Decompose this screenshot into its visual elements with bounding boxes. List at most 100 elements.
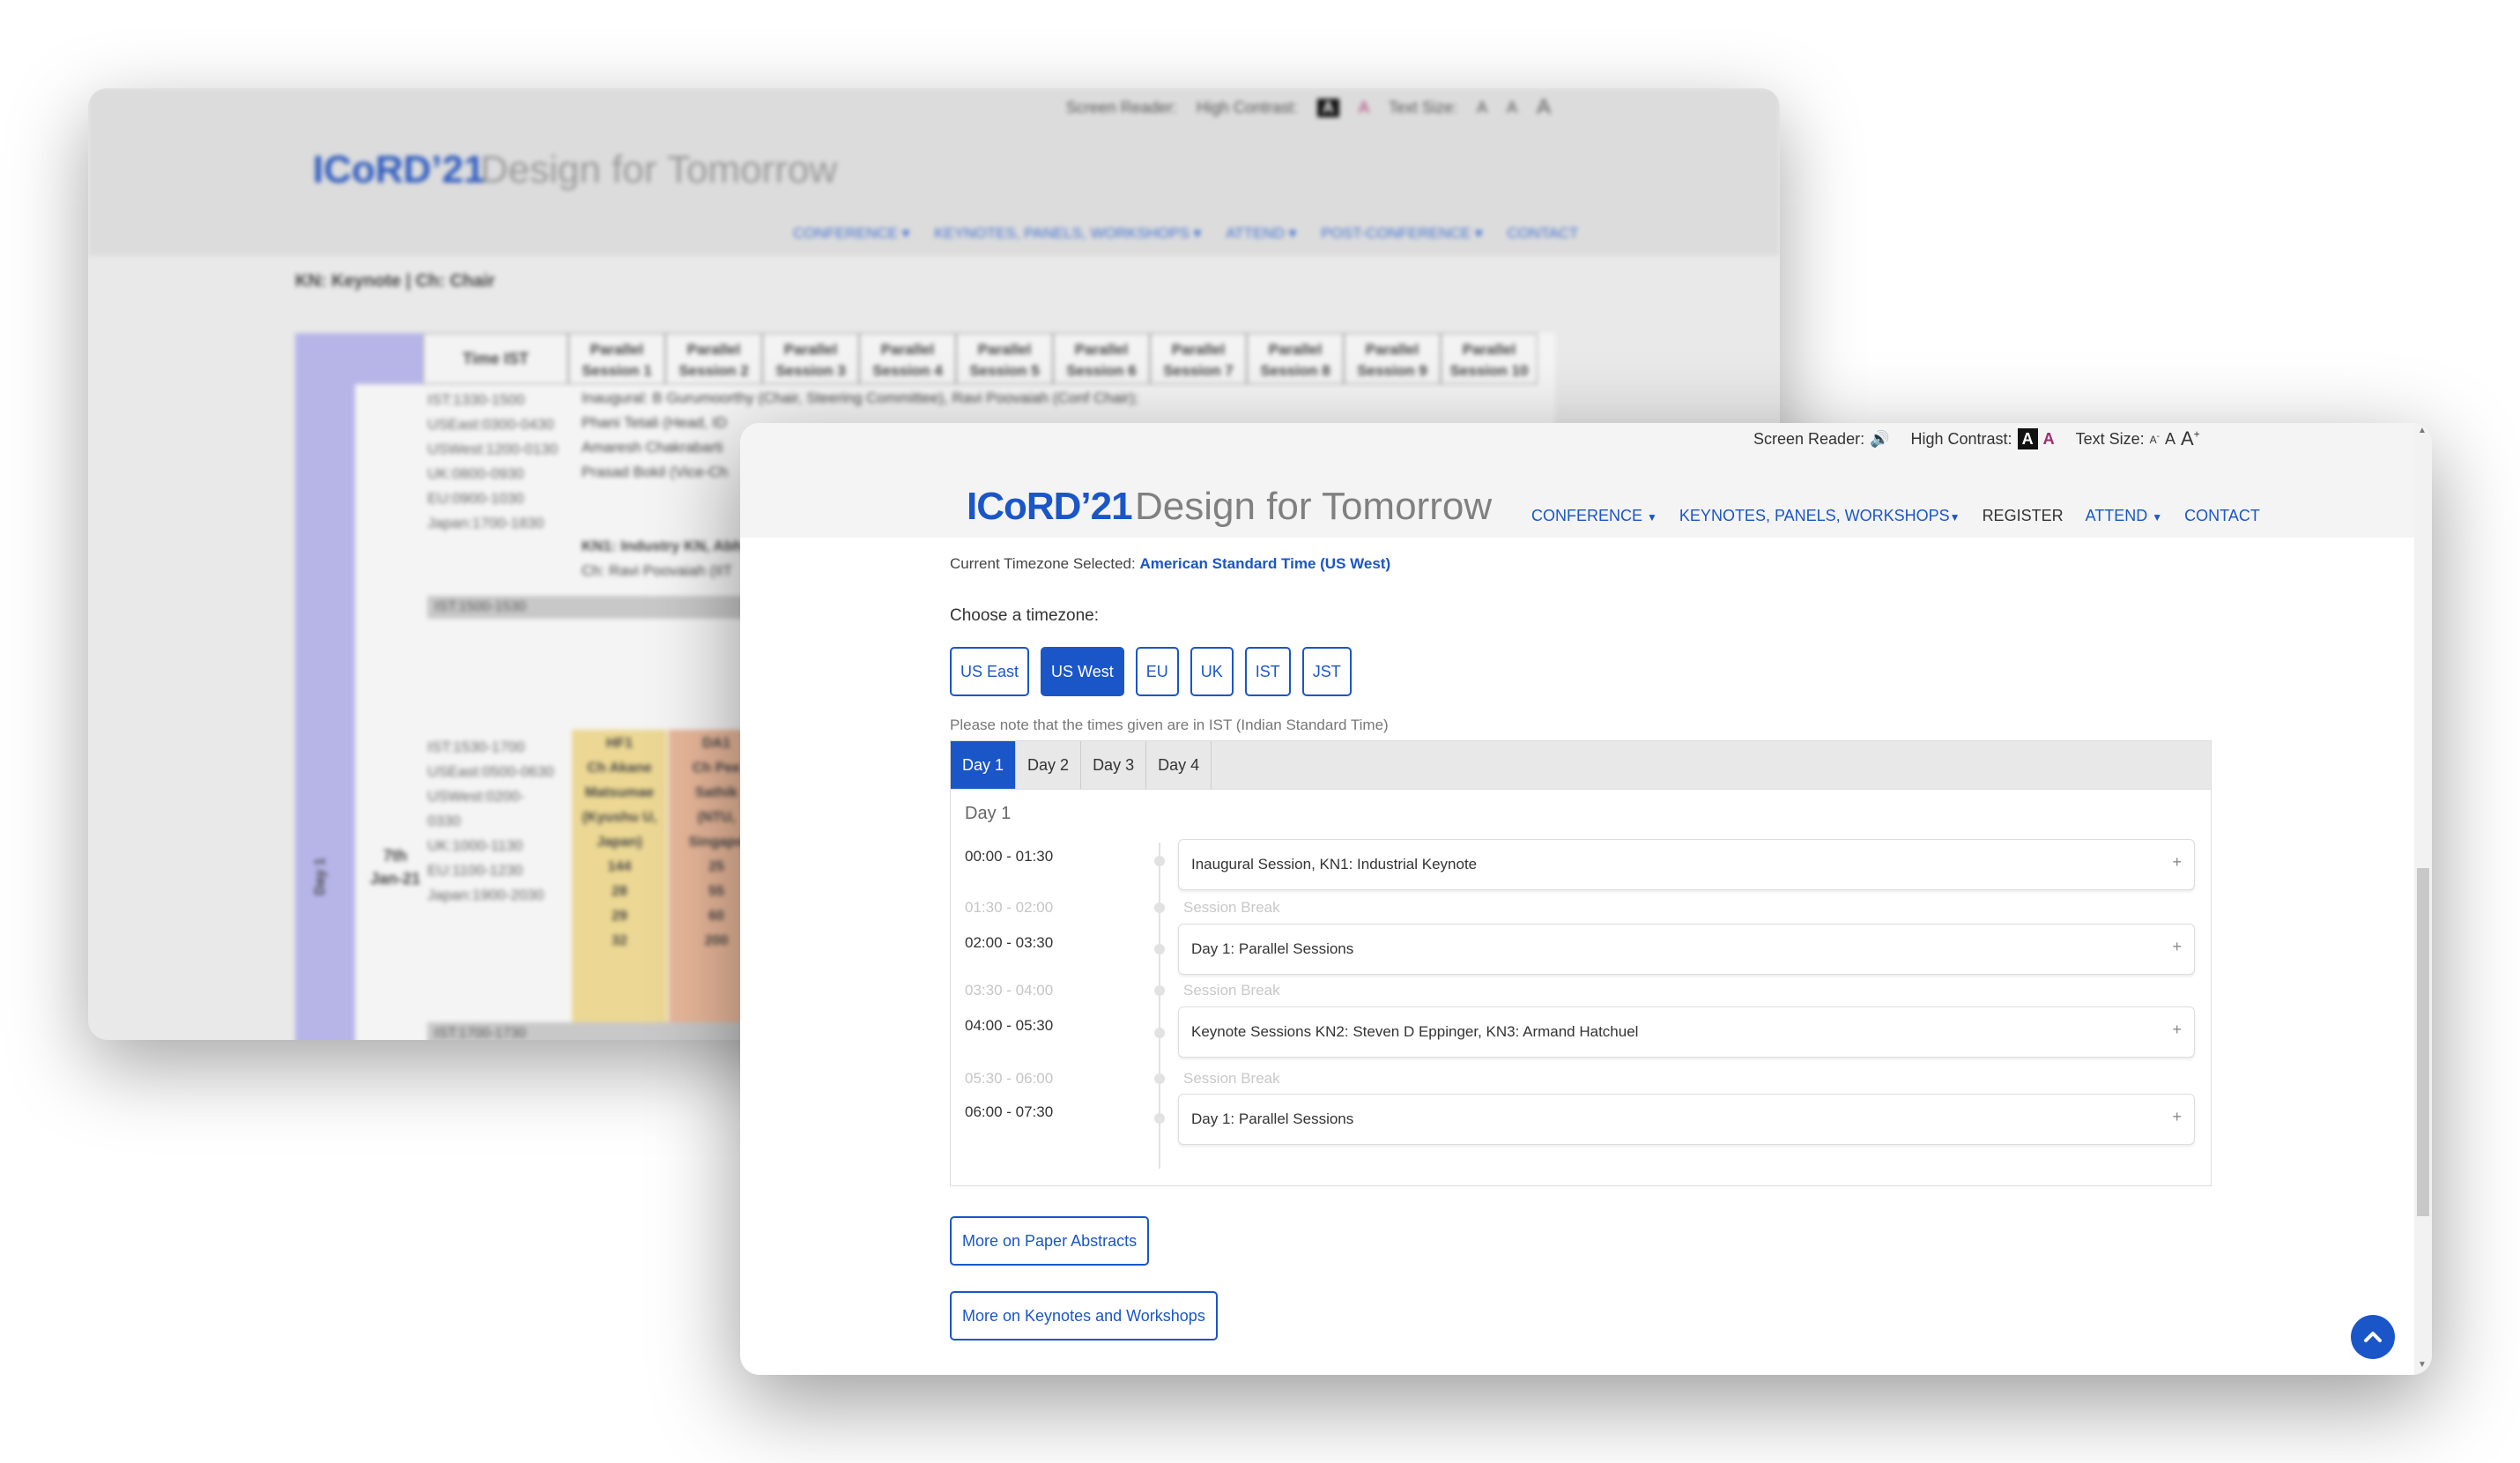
- bg-time-line: USEast:0300-0430: [427, 416, 554, 433]
- bg-parallel-line2: Session 5: [969, 362, 1040, 379]
- bg-session-cell: 32: [611, 933, 627, 948]
- bg-parallel-header: Parallel Session 7: [1150, 333, 1247, 384]
- bg-parallel-line2: Session 8: [1260, 362, 1330, 379]
- timezone-jst-button[interactable]: JST: [1301, 647, 1352, 696]
- bg-parallel-header: Parallel Session 8: [1247, 333, 1344, 384]
- site-logo[interactable]: ICoRD’21: [967, 485, 1133, 529]
- session-card[interactable]: Keynote Sessions KN2: Steven D Eppinger,…: [1178, 1006, 2195, 1058]
- text-size-label: Text Size:: [2075, 429, 2145, 448]
- screen-reader-label: Screen Reader:: [1753, 429, 1865, 448]
- bg-parallel-line1: Parallel: [1365, 341, 1419, 358]
- bg-parallel-line2: Session 4: [872, 362, 943, 379]
- bg-high-contrast-dark: A: [1316, 98, 1339, 117]
- expand-icon[interactable]: +: [2172, 853, 2182, 872]
- scrollbar-thumb[interactable]: [2417, 868, 2429, 1216]
- nav-attend-label: ATTEND: [2085, 507, 2148, 524]
- tab-day-4[interactable]: Day 4: [1146, 741, 1212, 789]
- timeline-dot: [1154, 856, 1165, 866]
- bg-screen-reader-label: Screen Reader:: [1065, 98, 1177, 116]
- expand-icon[interactable]: +: [2172, 1021, 2182, 1039]
- keynotes-workshops-button[interactable]: More on Keynotes and Workshops: [950, 1291, 1218, 1340]
- bg-table-corner: [295, 333, 423, 384]
- bg-parallel-header: Parallel Session 6: [1053, 333, 1150, 384]
- chevron-up-icon: [2364, 1332, 2382, 1342]
- bg-block1-times: IST:1330-1500 USEast:0300-0430 USWest:12…: [427, 388, 558, 536]
- bg-nav-item: POST-CONFERENCE ▾: [1321, 225, 1483, 241]
- high-contrast-pink-button[interactable]: A: [2043, 430, 2055, 449]
- timezone-eu-button[interactable]: EU: [1135, 647, 1179, 696]
- bg-time-line: USEast:0500-0630: [427, 763, 554, 780]
- session-time: 02:00 - 03:30: [965, 934, 1054, 951]
- expand-icon[interactable]: +: [2172, 938, 2182, 956]
- bg-session-cell: Ch Akane: [587, 761, 652, 776]
- bg-time-line: IST:1330-1500: [427, 391, 525, 408]
- text-size-small-button[interactable]: A-: [2150, 432, 2160, 446]
- tab-day-2[interactable]: Day 2: [1016, 741, 1082, 789]
- tab-day-3[interactable]: Day 3: [1081, 741, 1147, 789]
- text-size-large-sup: +: [2193, 427, 2200, 441]
- bg-parallel-line1: Parallel: [880, 341, 935, 358]
- bg-parallel-line1: Parallel: [686, 341, 741, 358]
- chevron-down-icon: ▼: [2152, 511, 2163, 524]
- back-to-top-button[interactable]: [2351, 1315, 2395, 1359]
- day-tabs: Day 1 Day 2 Day 3 Day 4: [950, 740, 2212, 790]
- chevron-down-icon: ▼: [1647, 511, 1657, 524]
- bg-nav-item: KEYNOTES, PANELS, WORKSHOPS ▾: [934, 225, 1202, 241]
- session-time: 04:00 - 05:30: [965, 1017, 1054, 1034]
- bg-time-line: USWest:1200-0130: [427, 441, 559, 457]
- bg-session-cell: 144: [607, 859, 632, 874]
- nav-attend[interactable]: ATTEND ▼: [2086, 507, 2163, 525]
- bg-parallel-header: Parallel Session 3: [762, 333, 859, 384]
- bg-cell-line: Inaugural: B Gurumoorthy (Chair, Steerin…: [582, 390, 1139, 406]
- current-timezone-value: American Standard Time (US West): [1139, 555, 1391, 572]
- text-size-small-glyph: A: [2149, 434, 2157, 446]
- break-time: 05:30 - 06:00: [965, 1070, 1054, 1087]
- session-title: Day 1: Parallel Sessions: [1191, 940, 1354, 957]
- nav-conference-label: CONFERENCE: [1531, 507, 1643, 524]
- session-card[interactable]: Day 1: Parallel Sessions +: [1178, 924, 2195, 975]
- text-size-large-button[interactable]: A+: [2181, 427, 2200, 450]
- speaker-icon[interactable]: 🔊: [1870, 430, 1889, 449]
- bg-block1-kn: KN1: Industry KN, Abh Ch: Ravi Poovaiah …: [582, 534, 743, 583]
- bg-parallel-line1: Parallel: [1074, 341, 1129, 358]
- bg-day-label: Day 1: [313, 858, 328, 895]
- bg-parallel-header: Parallel Session 1: [568, 333, 665, 384]
- scroll-down-icon[interactable]: ▼: [2418, 1360, 2427, 1370]
- bg-parallel-header: Parallel Session 10: [1441, 333, 1538, 384]
- timezone-us-east-button[interactable]: US East: [950, 647, 1030, 696]
- bg-block2-times: IST:1530-1700 USEast:0500-0630 USWest:02…: [427, 735, 554, 908]
- timeline-dot: [1154, 985, 1165, 996]
- bg-session-cell: Japan): [597, 835, 642, 850]
- high-contrast-dark-button[interactable]: A: [2017, 428, 2038, 449]
- high-contrast-label: High Contrast:: [1910, 429, 2012, 448]
- session-title: Day 1: Parallel Sessions: [1191, 1110, 1354, 1127]
- session-card[interactable]: Day 1: Parallel Sessions +: [1178, 1094, 2195, 1145]
- nav-keynotes[interactable]: KEYNOTES, PANELS, WORKSHOPS▼: [1679, 507, 1960, 525]
- timezone-ist-button[interactable]: IST: [1244, 647, 1291, 696]
- scroll-up-icon[interactable]: ▲: [2418, 426, 2427, 435]
- nav-contact[interactable]: CONTACT: [2184, 507, 2260, 525]
- bg-header: Screen Reader: High Contrast: A A Text S…: [88, 88, 1780, 256]
- bg-time-line: UK:0800-0930: [427, 465, 524, 482]
- paper-abstracts-button[interactable]: More on Paper Abstracts: [950, 1216, 1150, 1266]
- expand-icon[interactable]: +: [2172, 1108, 2182, 1126]
- text-size-medium-button[interactable]: A: [2165, 430, 2175, 449]
- current-timezone-label: Current Timezone Selected:: [950, 555, 1140, 572]
- accessibility-bar: Screen Reader: 🔊 High Contrast: A A Text…: [1753, 427, 2205, 450]
- session-break-label: Session Break: [1183, 899, 1280, 916]
- timezone-uk-button[interactable]: UK: [1190, 647, 1234, 696]
- session-card[interactable]: Inaugural Session, KN1: Industrial Keyno…: [1178, 839, 2195, 890]
- session-break-label: Session Break: [1183, 982, 1280, 999]
- bg-text-size-large: A: [1536, 95, 1551, 119]
- bg-date-line2: Jan-21: [370, 870, 421, 887]
- browser-window: Screen Reader: 🔊 High Contrast: A A Text…: [740, 423, 2432, 1375]
- day-panel-title: Day 1: [965, 804, 1012, 823]
- bg-parallel-header: Parallel Session 5: [956, 333, 1053, 384]
- nav-conference[interactable]: CONFERENCE ▼: [1531, 507, 1657, 525]
- bg-legend: KN: Keynote | Ch: Chair: [295, 271, 495, 291]
- nav-register[interactable]: REGISTER: [1983, 507, 2064, 525]
- timezone-us-west-button[interactable]: US West: [1041, 647, 1124, 696]
- bg-nav: CONFERENCE ▾ KEYNOTES, PANELS, WORKSHOPS…: [793, 225, 1578, 242]
- bg-parallel-line1: Parallel: [1462, 341, 1516, 358]
- tab-day-1[interactable]: Day 1: [951, 741, 1017, 789]
